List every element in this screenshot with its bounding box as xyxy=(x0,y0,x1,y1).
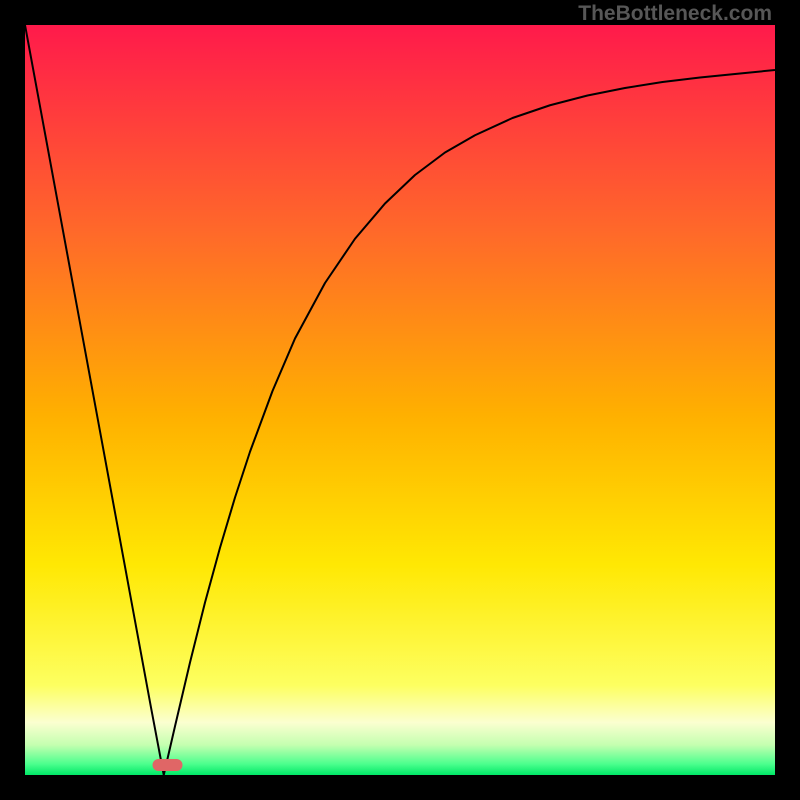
chart-border xyxy=(0,0,800,800)
chart-stage: TheBottleneck.com xyxy=(0,0,800,800)
